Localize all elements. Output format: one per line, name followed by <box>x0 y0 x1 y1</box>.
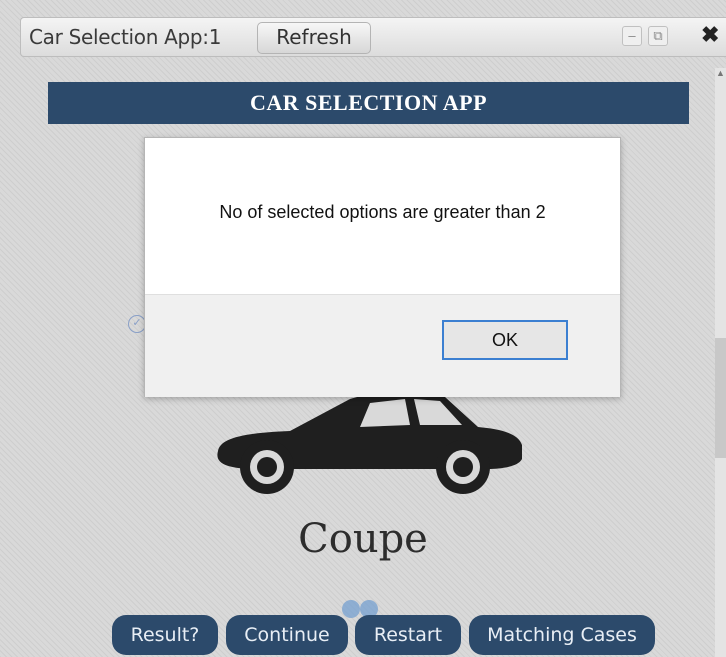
scroll-up-icon[interactable]: ▲ <box>716 68 725 78</box>
nav-dot[interactable] <box>342 600 360 618</box>
app-header: CAR SELECTION APP <box>48 82 689 124</box>
matching-cases-button[interactable]: Matching Cases <box>469 615 655 655</box>
result-button[interactable]: Result? <box>112 615 218 655</box>
dialog-footer: OK <box>145 294 620 397</box>
app-window: Car Selection App:1 Refresh – ⧉ ✖ ▲ CAR … <box>0 0 726 657</box>
coupe-car-icon <box>200 387 530 497</box>
vertical-scrollbar[interactable]: ▲ <box>715 68 726 657</box>
continue-button[interactable]: Continue <box>226 615 348 655</box>
window-titlebar: Car Selection App:1 Refresh – ⧉ ✖ <box>20 17 726 57</box>
scroll-thumb[interactable] <box>715 338 726 458</box>
ok-button[interactable]: OK <box>442 320 568 360</box>
restart-button[interactable]: Restart <box>355 615 461 655</box>
car-type-label: Coupe <box>298 516 428 562</box>
close-icon[interactable]: ✖ <box>701 22 719 48</box>
dialog-message: No of selected options are greater than … <box>219 202 546 222</box>
refresh-button[interactable]: Refresh <box>257 22 371 54</box>
minimize-icon[interactable]: – <box>622 26 642 46</box>
window-title: Car Selection App:1 <box>29 25 222 49</box>
restore-icon[interactable]: ⧉ <box>648 26 668 46</box>
alert-dialog: No of selected options are greater than … <box>144 137 621 397</box>
